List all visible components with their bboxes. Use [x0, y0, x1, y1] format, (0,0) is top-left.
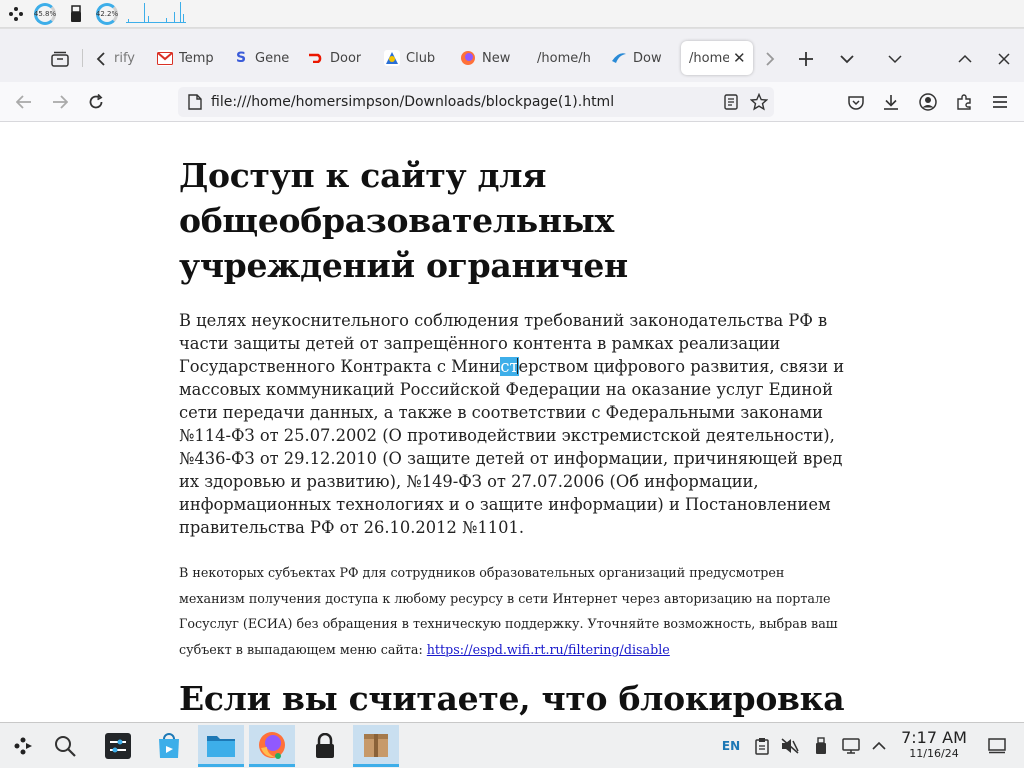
- bookmark-star-icon[interactable]: [749, 92, 769, 115]
- tab-7[interactable]: Dow: [611, 41, 669, 75]
- clock-time: 7:17 AM: [901, 728, 967, 747]
- close-window-button[interactable]: [991, 46, 1017, 72]
- search-icon[interactable]: [42, 725, 88, 767]
- network-icon[interactable]: [840, 735, 862, 757]
- list-all-tabs-icon[interactable]: [834, 46, 860, 72]
- cpu-usage-ring-icon: 45.8%: [34, 3, 56, 25]
- cpu2-label: 42.2%: [95, 10, 119, 18]
- forward-button[interactable]: [47, 89, 73, 115]
- app-launcher-icon[interactable]: [6, 3, 26, 25]
- tab-2-label: Gene: [255, 50, 290, 66]
- gmail-icon: [157, 50, 173, 66]
- tab-scroll-left-icon[interactable]: [88, 46, 114, 72]
- tab-1[interactable]: Temp: [157, 41, 215, 75]
- system-top-panel: 45.8% 42.2%: [0, 0, 1024, 28]
- cpu1-label: 45.8%: [33, 10, 57, 18]
- club-icon: [384, 50, 400, 66]
- close-tab-icon[interactable]: ✕: [733, 49, 746, 67]
- tab-scroll-right-icon[interactable]: [757, 46, 783, 72]
- show-desktop-icon[interactable]: [986, 735, 1008, 757]
- page-heading: Доступ к сайту для общеобразовательных у…: [179, 156, 628, 285]
- usb-device-icon[interactable]: [811, 735, 831, 757]
- show-hidden-icons-chevron-icon[interactable]: [870, 735, 888, 757]
- cpu-monitor-1[interactable]: 45.8%: [34, 3, 56, 25]
- tab-5-label: New: [482, 50, 511, 66]
- tab-1-label: Temp: [179, 50, 214, 66]
- minimize-window-button[interactable]: [882, 46, 908, 72]
- new-tab-button[interactable]: [793, 46, 819, 72]
- tab-2[interactable]: S Gene: [233, 41, 291, 75]
- pocket-icon[interactable]: [843, 89, 869, 115]
- maximize-window-button[interactable]: [952, 46, 978, 72]
- tab-8-active[interactable]: /home ✕: [681, 41, 753, 75]
- firefox-icon: [460, 50, 476, 66]
- archive-manager-icon[interactable]: [353, 725, 399, 767]
- secondary-paragraph: В некоторых субъектах РФ для сотрудников…: [179, 560, 849, 662]
- memory-usage-ring-icon: 42.2%: [96, 3, 118, 25]
- tab-0-label: rify: [114, 50, 135, 66]
- tab-3[interactable]: Door: [308, 41, 366, 75]
- reader-view-icon[interactable]: [724, 94, 738, 114]
- network-graph[interactable]: [126, 2, 186, 25]
- tab-5[interactable]: New: [460, 41, 518, 75]
- paragraph-text-after-selection: ерством цифрового развития, связи и масс…: [179, 357, 845, 537]
- tab-0[interactable]: rify: [114, 41, 146, 75]
- reload-button[interactable]: [83, 89, 109, 115]
- volume-muted-icon[interactable]: [780, 735, 800, 757]
- tab-4[interactable]: Club: [384, 41, 442, 75]
- espd-filtering-link[interactable]: https://espd.wifi.rt.ru/filtering/disabl…: [427, 642, 670, 657]
- discover-store-icon[interactable]: [146, 725, 192, 767]
- doordash-icon: [308, 50, 324, 66]
- s-icon: S: [235, 50, 247, 66]
- file-manager-icon[interactable]: [198, 725, 244, 767]
- download-site-icon: [611, 50, 627, 66]
- tab-7-label: Dow: [633, 50, 662, 66]
- address-bar[interactable]: file:///home/homersimpson/Downloads/bloc…: [178, 87, 774, 117]
- tab-8-label: /home: [689, 50, 729, 66]
- second-heading: Если вы считаете, что блокировка: [179, 679, 845, 718]
- firefox-taskbar-icon[interactable]: [249, 725, 295, 767]
- back-button[interactable]: [11, 89, 37, 115]
- navigation-toolbar: file:///home/homersimpson/Downloads/bloc…: [0, 82, 1024, 122]
- lock-app-icon[interactable]: [302, 725, 348, 767]
- account-icon[interactable]: [915, 89, 941, 115]
- main-paragraph: В целях неукоснительного соблюдения треб…: [179, 309, 859, 539]
- usb-icon[interactable]: [70, 3, 82, 25]
- downloads-icon[interactable]: [878, 89, 904, 115]
- page-info-icon[interactable]: [188, 94, 202, 114]
- keyboard-layout-indicator[interactable]: EN: [718, 735, 744, 757]
- clipboard-icon[interactable]: [752, 735, 772, 757]
- page-content: Доступ к сайту для общеобразовательных у…: [0, 123, 1024, 722]
- browser-tab-strip: rify Temp S Gene Door Club New /home/h D…: [0, 28, 1024, 82]
- clock-date: 11/16/24: [909, 747, 959, 760]
- system-settings-icon[interactable]: [95, 725, 141, 767]
- url-text[interactable]: file:///home/homersimpson/Downloads/bloc…: [211, 94, 614, 110]
- digital-clock[interactable]: 7:17 AM 11/16/24: [896, 728, 972, 761]
- cpu-monitor-2[interactable]: 42.2%: [96, 3, 118, 25]
- app-menu-icon[interactable]: [987, 89, 1013, 115]
- taskbar: EN 7:17 AM 11/16/24: [0, 722, 1024, 768]
- application-launcher-icon[interactable]: [0, 725, 46, 767]
- extensions-icon[interactable]: [951, 89, 977, 115]
- tab-4-label: Club: [406, 50, 436, 66]
- tab-3-label: Door: [330, 50, 362, 66]
- firefox-view-icon[interactable]: [47, 46, 73, 72]
- tab-6[interactable]: /home/h: [537, 41, 593, 75]
- tab-6-label: /home/h: [537, 50, 591, 66]
